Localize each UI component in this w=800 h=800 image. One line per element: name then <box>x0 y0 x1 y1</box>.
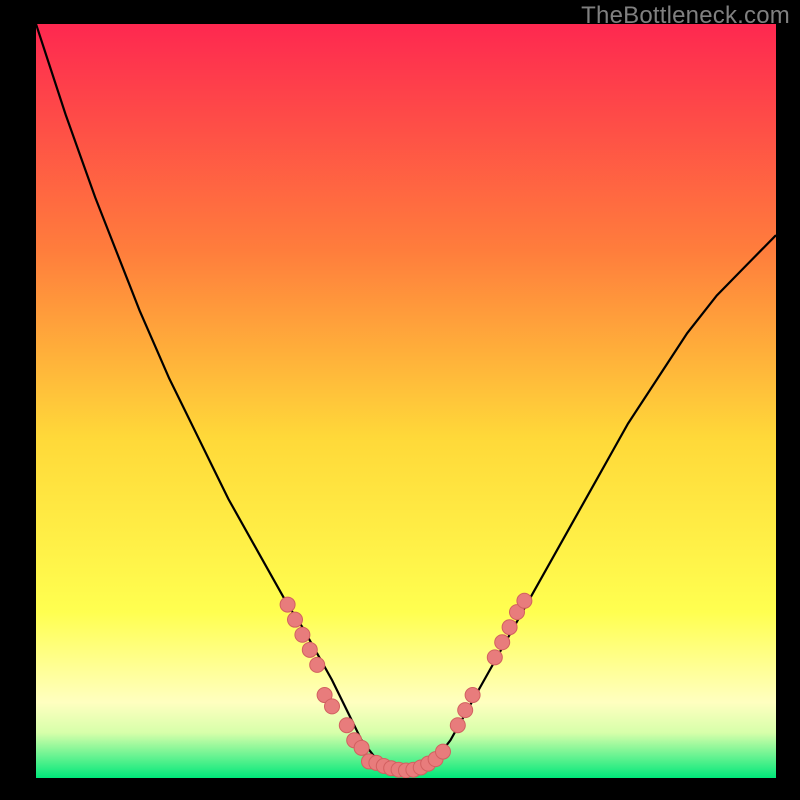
data-marker <box>465 688 480 703</box>
data-marker <box>354 740 369 755</box>
data-marker <box>295 627 310 642</box>
data-marker <box>288 612 303 627</box>
plot-area <box>36 24 776 778</box>
data-marker <box>339 718 354 733</box>
bottleneck-chart <box>36 24 776 778</box>
data-marker <box>458 703 473 718</box>
data-marker <box>436 744 451 759</box>
data-marker <box>450 718 465 733</box>
chart-frame: TheBottleneck.com <box>0 0 800 800</box>
gradient-background <box>36 24 776 778</box>
data-marker <box>495 635 510 650</box>
data-marker <box>280 597 295 612</box>
data-marker <box>517 593 532 608</box>
data-marker <box>487 650 502 665</box>
data-marker <box>502 620 517 635</box>
data-marker <box>310 657 325 672</box>
data-marker <box>302 642 317 657</box>
data-marker <box>325 699 340 714</box>
